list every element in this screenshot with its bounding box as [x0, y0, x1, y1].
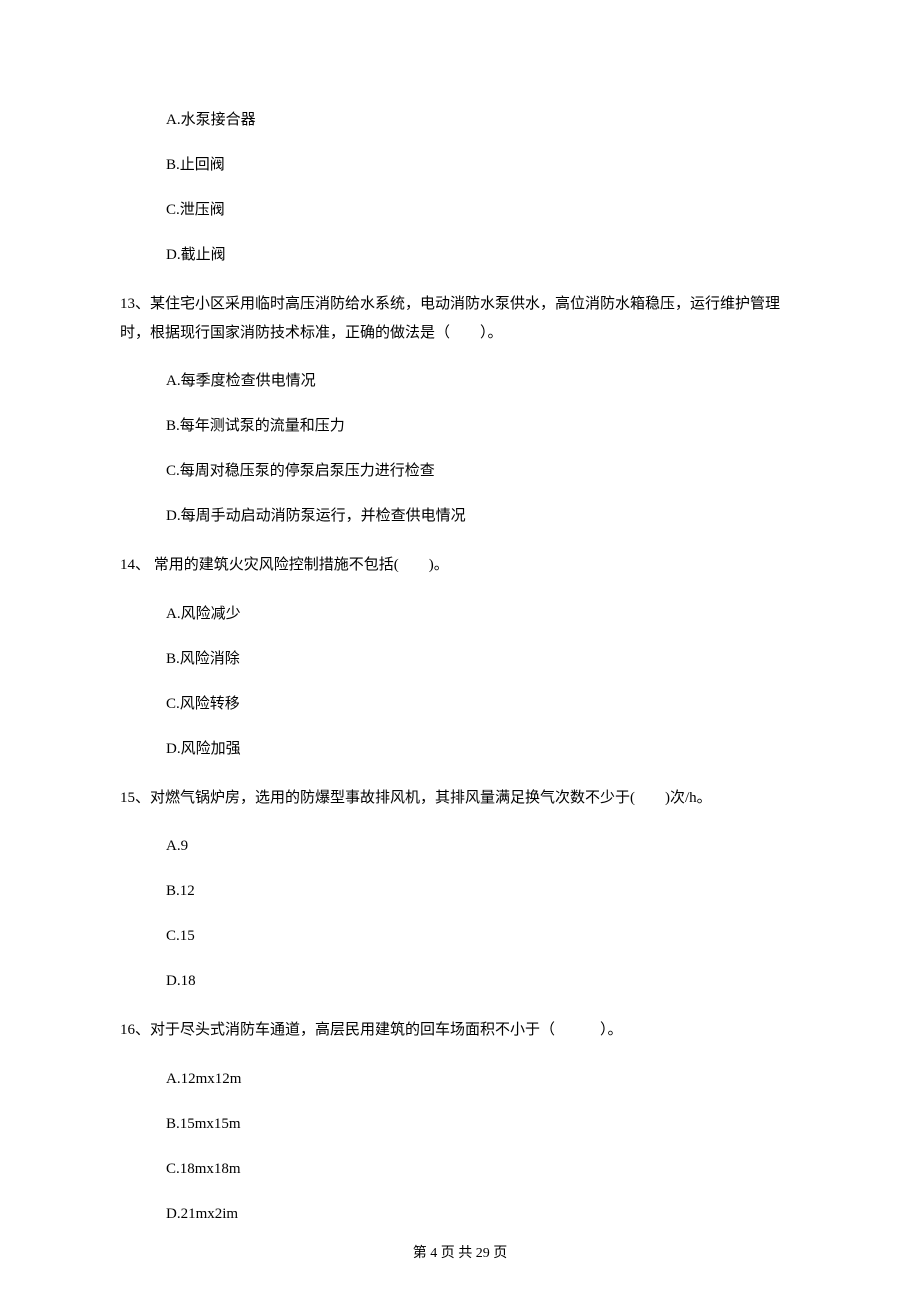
q12-option-a: A.水泵接合器: [166, 110, 800, 131]
q13-options: A.每季度检查供电情况 B.每年测试泵的流量和压力 C.每周对稳压泵的停泵启泵压…: [120, 371, 800, 527]
q12-options: A.水泵接合器 B.止回阀 C.泄压阀 D.截止阀: [120, 110, 800, 266]
q13-option-a: A.每季度检查供电情况: [166, 371, 800, 392]
q14-option-c: C.风险转移: [166, 694, 800, 715]
q13-option-c: C.每周对稳压泵的停泵启泵压力进行检查: [166, 461, 800, 482]
page-footer: 第 4 页 共 29 页: [0, 1242, 920, 1262]
q16-option-c: C.18mx18m: [166, 1159, 800, 1180]
q15-option-d: D.18: [166, 971, 800, 992]
q13-text: 13、某住宅小区采用临时高压消防给水系统，电动消防水泵供水，高位消防水箱稳压，运…: [120, 290, 800, 347]
q14-text: 14、 常用的建筑火灾风险控制措施不包括( )。: [120, 551, 800, 580]
q15-option-b: B.12: [166, 881, 800, 902]
q15-text: 15、对燃气锅炉房，选用的防爆型事故排风机，其排风量满足换气次数不少于( )次/…: [120, 784, 800, 813]
q16-option-d: D.21mx2im: [166, 1204, 800, 1225]
q14-option-d: D.风险加强: [166, 739, 800, 760]
page-content: A.水泵接合器 B.止回阀 C.泄压阀 D.截止阀 13、某住宅小区采用临时高压…: [0, 0, 920, 1225]
q14-option-a: A.风险减少: [166, 604, 800, 625]
q16-option-a: A.12mx12m: [166, 1069, 800, 1090]
q13-option-b: B.每年测试泵的流量和压力: [166, 416, 800, 437]
q12-option-d: D.截止阀: [166, 245, 800, 266]
q13-option-d: D.每周手动启动消防泵运行，并检查供电情况: [166, 506, 800, 527]
q16-text: 16、对于尽头式消防车通道，高层民用建筑的回车场面积不小于（ ）。: [120, 1016, 800, 1045]
q16-option-b: B.15mx15m: [166, 1114, 800, 1135]
q14-options: A.风险减少 B.风险消除 C.风险转移 D.风险加强: [120, 604, 800, 760]
q15-option-c: C.15: [166, 926, 800, 947]
q15-options: A.9 B.12 C.15 D.18: [120, 836, 800, 992]
q15-option-a: A.9: [166, 836, 800, 857]
q14-option-b: B.风险消除: [166, 649, 800, 670]
q12-option-c: C.泄压阀: [166, 200, 800, 221]
q12-option-b: B.止回阀: [166, 155, 800, 176]
q16-options: A.12mx12m B.15mx15m C.18mx18m D.21mx2im: [120, 1069, 800, 1225]
